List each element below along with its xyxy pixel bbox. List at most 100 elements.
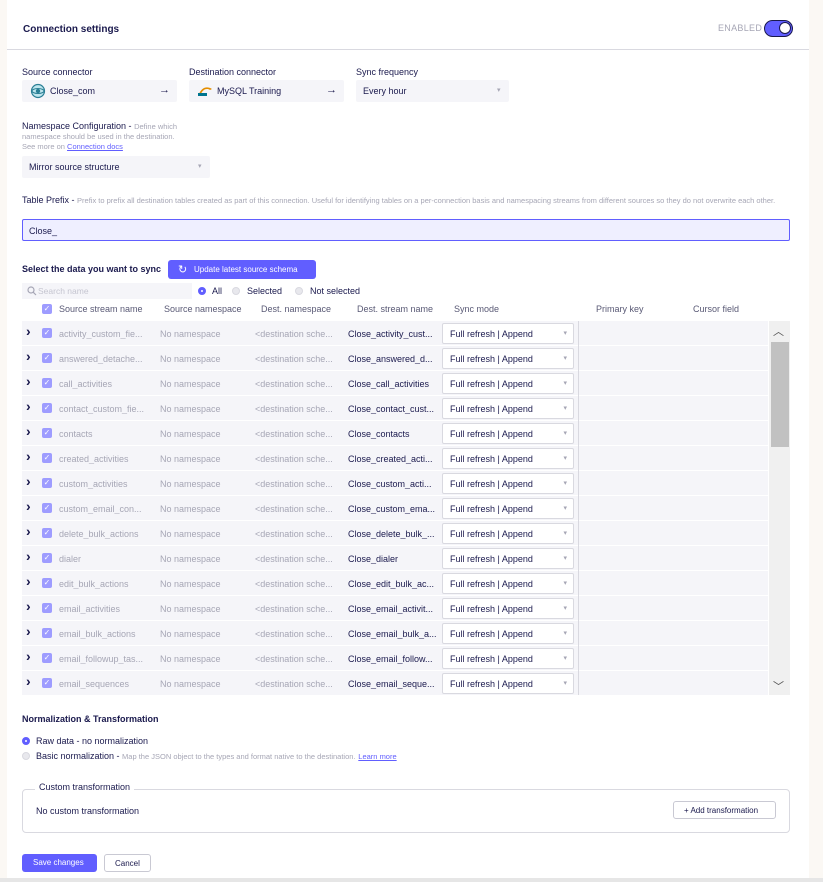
- enabled-toggle[interactable]: [764, 20, 793, 37]
- source-connector-field[interactable]: Close_com →: [22, 80, 177, 102]
- col-source-stream-name: Source stream name: [59, 304, 143, 314]
- scroll-down-icon[interactable]: ﹀: [773, 678, 784, 694]
- table-row[interactable]: › ✓ activity_custom_fie... No namespace <des…: [22, 321, 768, 346]
- row-checkbox[interactable]: ✓: [42, 678, 52, 688]
- table-row[interactable]: › ✓ contacts No namespace <destination sche.…: [22, 421, 768, 446]
- row-checkbox[interactable]: ✓: [42, 653, 52, 663]
- sync-mode-select[interactable]: Full refresh | Append ▾: [442, 473, 574, 494]
- sync-frequency-select[interactable]: Every hour ▾: [356, 80, 509, 102]
- update-schema-button[interactable]: ↻ Update latest source schema: [168, 260, 316, 279]
- sync-mode-select[interactable]: Full refresh | Append ▾: [442, 348, 574, 369]
- table-row[interactable]: › ✓ email_activities No namespace <destinati…: [22, 596, 768, 621]
- filter-selected-radio[interactable]: [232, 287, 240, 295]
- bottom-scrollbar[interactable]: [0, 878, 823, 882]
- scrollbar-thumb[interactable]: [771, 342, 789, 447]
- row-checkbox[interactable]: ✓: [42, 553, 52, 563]
- row-checkbox[interactable]: ✓: [42, 578, 52, 588]
- table-row[interactable]: › ✓ custom_activities No namespace <destinat…: [22, 471, 768, 496]
- expand-chevron-icon[interactable]: ›: [26, 323, 31, 339]
- expand-chevron-icon[interactable]: ›: [26, 448, 31, 464]
- sync-mode-value: Full refresh | Append: [450, 654, 533, 664]
- source-stream-name: contact_custom_fie...: [59, 404, 145, 414]
- sync-mode-select[interactable]: Full refresh | Append ▾: [442, 673, 574, 694]
- row-checkbox[interactable]: ✓: [42, 503, 52, 513]
- row-checkbox[interactable]: ✓: [42, 328, 52, 338]
- expand-chevron-icon[interactable]: ›: [26, 373, 31, 389]
- sync-mode-select[interactable]: Full refresh | Append ▾: [442, 623, 574, 644]
- row-checkbox[interactable]: ✓: [42, 628, 52, 638]
- expand-chevron-icon[interactable]: ›: [26, 573, 31, 589]
- dest-namespace: <destination sche...: [255, 379, 333, 389]
- sync-mode-value: Full refresh | Append: [450, 679, 533, 689]
- row-checkbox[interactable]: ✓: [42, 353, 52, 363]
- connection-docs-link[interactable]: Connection docs: [67, 142, 123, 151]
- row-checkbox[interactable]: ✓: [42, 428, 52, 438]
- table-row[interactable]: › ✓ answered_detache... No namespace <destin…: [22, 346, 768, 371]
- sync-mode-select[interactable]: Full refresh | Append ▾: [442, 373, 574, 394]
- expand-chevron-icon[interactable]: ›: [26, 673, 31, 689]
- save-changes-button[interactable]: Save changes: [22, 854, 97, 872]
- sync-mode-select[interactable]: Full refresh | Append ▾: [442, 648, 574, 669]
- filter-all-radio[interactable]: [198, 287, 206, 295]
- add-transformation-button[interactable]: + Add transformation: [673, 801, 776, 819]
- row-checkbox[interactable]: ✓: [42, 403, 52, 413]
- filter-not-selected-radio[interactable]: [295, 287, 303, 295]
- expand-chevron-icon[interactable]: ›: [26, 498, 31, 514]
- expand-chevron-icon[interactable]: ›: [26, 598, 31, 614]
- learn-more-link[interactable]: Learn more: [358, 752, 396, 761]
- table-row[interactable]: › ✓ dialer No namespace <destination sche...…: [22, 546, 768, 571]
- chevron-down-icon: ▾: [563, 330, 567, 337]
- expand-chevron-icon[interactable]: ›: [26, 423, 31, 439]
- expand-chevron-icon[interactable]: ›: [26, 623, 31, 639]
- no-custom-transformation-text: No custom transformation: [36, 806, 140, 816]
- sync-mode-select[interactable]: Full refresh | Append ▾: [442, 423, 574, 444]
- sync-mode-select[interactable]: Full refresh | Append ▾: [442, 548, 574, 569]
- table-row[interactable]: › ✓ custom_email_con... No namespace <destin…: [22, 496, 768, 521]
- destination-connector-field[interactable]: MySQL Training →: [189, 80, 344, 102]
- chevron-down-icon: ▾: [563, 680, 567, 687]
- dest-namespace: <destination sche...: [255, 679, 333, 689]
- sync-mode-select[interactable]: Full refresh | Append ▾: [442, 398, 574, 419]
- source-namespace: No namespace: [160, 504, 221, 514]
- table-row[interactable]: › ✓ email_followup_tas... No namespace <dest…: [22, 646, 768, 671]
- table-row[interactable]: › ✓ email_bulk_actions No namespace <destina…: [22, 621, 768, 646]
- expand-chevron-icon[interactable]: ›: [26, 648, 31, 664]
- sync-mode-select[interactable]: Full refresh | Append ▾: [442, 448, 574, 469]
- namespace-select[interactable]: Mirror source structure ▾: [22, 156, 210, 178]
- sync-mode-select[interactable]: Full refresh | Append ▾: [442, 573, 574, 594]
- table-row[interactable]: › ✓ email_sequences No namespace <destinatio…: [22, 671, 768, 695]
- sync-mode-select[interactable]: Full refresh | Append ▾: [442, 323, 574, 344]
- row-checkbox[interactable]: ✓: [42, 478, 52, 488]
- row-checkbox[interactable]: ✓: [42, 378, 52, 388]
- table-row[interactable]: › ✓ created_activities No namespace <destina…: [22, 446, 768, 471]
- basic-normalization-radio[interactable]: [22, 752, 30, 760]
- table-row[interactable]: › ✓ edit_bulk_actions No namespace <destinat…: [22, 571, 768, 596]
- source-namespace: No namespace: [160, 429, 221, 439]
- row-checkbox[interactable]: ✓: [42, 528, 52, 538]
- dest-namespace: <destination sche...: [255, 654, 333, 664]
- refresh-icon: ↻: [178, 264, 188, 276]
- sync-mode-select[interactable]: Full refresh | Append ▾: [442, 598, 574, 619]
- expand-chevron-icon[interactable]: ›: [26, 473, 31, 489]
- table-row[interactable]: › ✓ delete_bulk_actions No namespace <destin…: [22, 521, 768, 546]
- raw-data-radio[interactable]: [22, 737, 30, 745]
- expand-chevron-icon[interactable]: ›: [26, 348, 31, 364]
- expand-chevron-icon[interactable]: ›: [26, 523, 31, 539]
- column-divider: [578, 596, 579, 621]
- sync-mode-select[interactable]: Full refresh | Append ▾: [442, 523, 574, 544]
- sync-mode-select[interactable]: Full refresh | Append ▾: [442, 498, 574, 519]
- search-input[interactable]: Search name: [22, 283, 192, 299]
- select-all-checkbox[interactable]: ✓: [42, 304, 52, 314]
- table-row[interactable]: › ✓ contact_custom_fie... No namespace <dest…: [22, 396, 768, 421]
- source-namespace: No namespace: [160, 579, 221, 589]
- column-divider: [578, 521, 579, 546]
- expand-chevron-icon[interactable]: ›: [26, 548, 31, 564]
- scroll-up-icon[interactable]: ︿: [773, 323, 784, 339]
- table-row[interactable]: › ✓ call_activities No namespace <destinatio…: [22, 371, 768, 396]
- cancel-button[interactable]: Cancel: [104, 854, 151, 872]
- expand-chevron-icon[interactable]: ›: [26, 398, 31, 414]
- table-prefix-input[interactable]: Close_: [22, 219, 790, 241]
- row-checkbox[interactable]: ✓: [42, 603, 52, 613]
- row-checkbox[interactable]: ✓: [42, 453, 52, 463]
- source-connector-value: Close_com: [50, 86, 96, 96]
